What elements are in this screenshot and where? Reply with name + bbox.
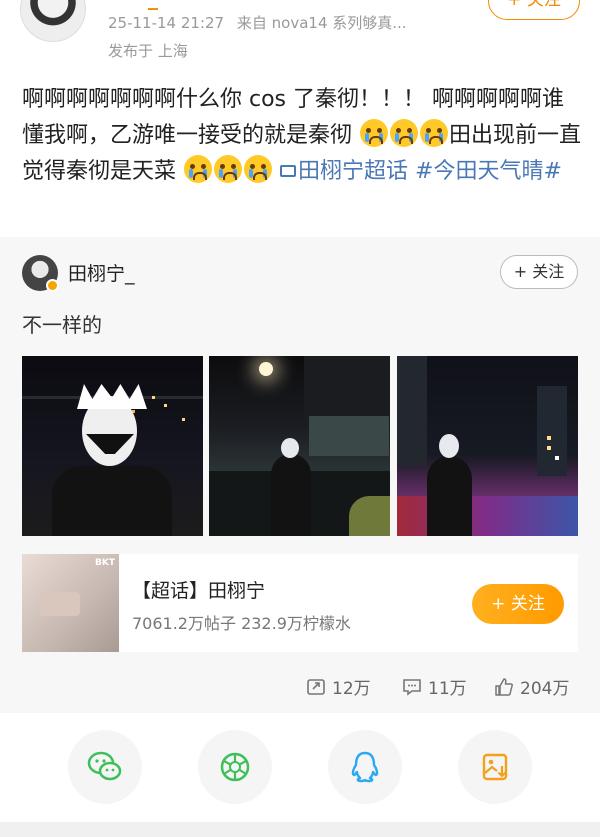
crying-emoji-icon: [184, 155, 213, 183]
comment-count: 11万: [428, 679, 467, 699]
super-topic-stats: 7061.2万帖子 232.9万柠檬水: [132, 614, 351, 633]
repost-count-button[interactable]: 12万: [306, 674, 371, 699]
share-wechat-button[interactable]: [68, 730, 142, 804]
bottom-bar: [0, 822, 600, 837]
photo-2[interactable]: [209, 356, 390, 536]
super-topic-title: 【超话】田栩宁: [132, 580, 266, 602]
avatar[interactable]: [20, 0, 86, 42]
photo-1[interactable]: [22, 356, 203, 536]
super-topic-follow-button[interactable]: + 关注: [472, 584, 564, 624]
repost-block[interactable]: 田栩宁_ + 关注 不一样的 BKT 【超话】田栩宁 7061.2万帖子 232…: [0, 237, 600, 713]
username[interactable]: ·····_: [110, 0, 158, 10]
post-location: 发布于 上海: [108, 42, 188, 60]
post-meta: 25-11-14 21:27 来自 nova14 系列够真...: [108, 12, 407, 33]
super-topic-card[interactable]: BKT 【超话】田栩宁 7061.2万帖子 232.9万柠檬水 + 关注: [22, 554, 578, 652]
post-header: ·····_ 25-11-14 21:27 来自 nova14 系列够真... …: [0, 0, 600, 72]
post-source: 来自 nova14 系列够真...: [236, 14, 407, 32]
crying-emoji-icon: [244, 155, 273, 183]
thumbs-up-icon: [495, 677, 513, 696]
qq-icon: [351, 751, 379, 783]
super-topic-label: 田栩宁超话: [298, 159, 409, 184]
like-count: 204万: [520, 679, 570, 699]
photo-3[interactable]: [397, 356, 578, 536]
repost-author[interactable]: 田栩宁_: [68, 259, 135, 286]
repost-count: 12万: [332, 679, 371, 699]
crying-emoji-icon: [420, 119, 449, 147]
share-qq-button[interactable]: [328, 730, 402, 804]
post-timestamp: 25-11-14 21:27: [108, 14, 225, 32]
save-image-icon: [482, 753, 508, 781]
comment-count-button[interactable]: 11万: [402, 674, 467, 699]
crying-emoji-icon: [214, 155, 243, 183]
super-topic-link[interactable]: 田栩宁超话: [280, 159, 408, 184]
repost-follow-button[interactable]: + 关注: [500, 255, 578, 289]
save-image-button[interactable]: [458, 730, 532, 804]
thumb-brand: BKT: [95, 558, 115, 568]
like-count-button[interactable]: 204万: [494, 674, 569, 699]
repost-stats: 12万 11万 204万: [0, 674, 600, 702]
repost-text: 不一样的: [22, 313, 102, 337]
share-moments-button[interactable]: [198, 730, 272, 804]
follow-button[interactable]: + 关注: [488, 0, 580, 20]
diamond-icon: [280, 165, 297, 177]
post-text: 啊啊啊啊啊啊啊什么你 cos 了秦彻！！！ 啊啊啊啊啊谁懂我啊，乙游唯一接受的就…: [22, 82, 582, 190]
repost-icon: [307, 678, 325, 695]
hashtag-link[interactable]: #今田天气晴#: [415, 159, 562, 184]
comment-icon: [403, 678, 421, 696]
moments-icon: [220, 752, 250, 782]
verified-badge-icon: [46, 279, 59, 292]
share-row: [0, 720, 600, 820]
wechat-icon: [87, 751, 122, 781]
super-topic-thumbnail: BKT: [22, 554, 119, 652]
crying-emoji-icon: [360, 119, 389, 147]
crying-emoji-icon: [390, 119, 419, 147]
